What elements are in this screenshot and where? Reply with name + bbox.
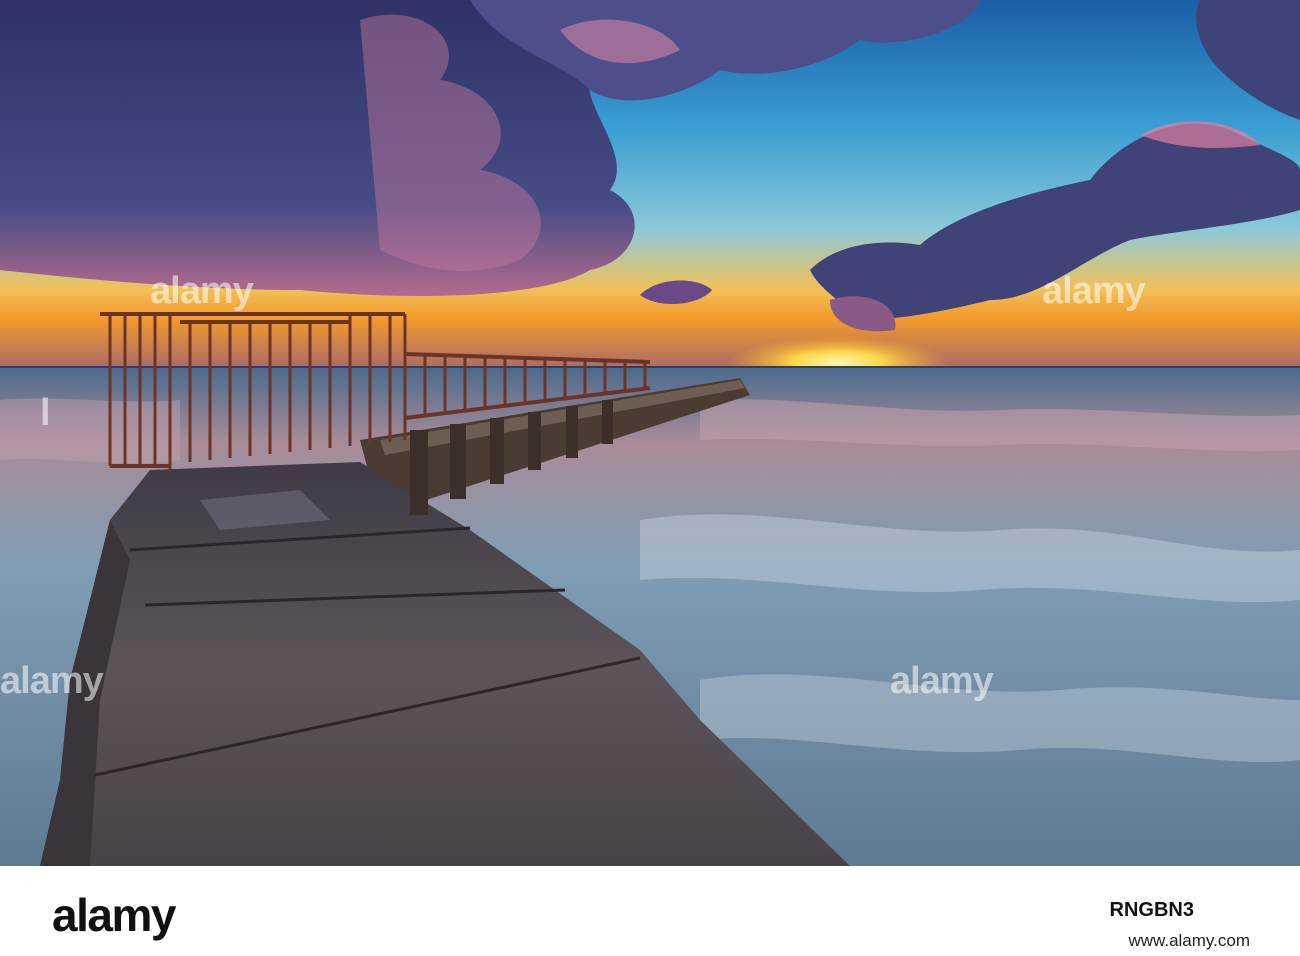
watermark: alamy <box>890 660 994 702</box>
image-id: RNGBN3 <box>1109 899 1194 921</box>
sunset-pier-scene <box>0 0 1300 866</box>
watermark-letter: l <box>40 392 51 434</box>
wave-foam-left <box>0 398 180 464</box>
site-url[interactable]: www.alamy.com <box>1128 931 1250 951</box>
brand-logo[interactable]: alamy <box>52 888 176 942</box>
watermark: alamy <box>0 660 104 702</box>
watermark: alamy <box>150 270 254 312</box>
footer-bar: alamy RNGBN3 www.alamy.com <box>0 866 1300 956</box>
watermark: alamy <box>1042 270 1146 312</box>
stock-photo: l alamy alamy alamy alamy <box>0 0 1300 866</box>
